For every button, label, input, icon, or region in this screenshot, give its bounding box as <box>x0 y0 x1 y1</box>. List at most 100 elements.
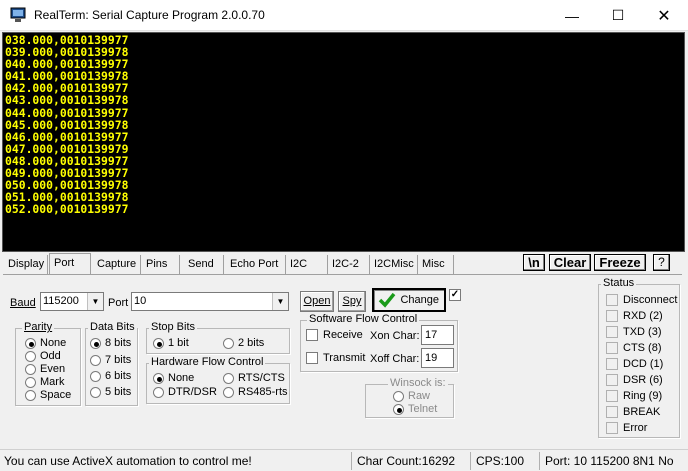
chevron-down-icon[interactable]: ▼ <box>272 293 288 310</box>
stop-bits-title: Stop Bits <box>149 321 198 333</box>
port-select[interactable]: 10 ▼ <box>131 292 289 311</box>
terminal-line: 052.000,0010139977 <box>5 202 129 217</box>
hw-flow-rs485-radio[interactable]: RS485-rts <box>223 386 288 398</box>
status-indicator-icon <box>606 310 618 322</box>
tab-send[interactable]: Send <box>184 255 224 274</box>
winsock-raw-radio[interactable]: Raw <box>393 390 430 402</box>
status-indicator-icon <box>606 342 618 354</box>
status-dcd: DCD (1) <box>606 358 663 370</box>
baud-value: 115200 <box>43 295 79 307</box>
char-count: Char Count:16292 <box>353 452 471 470</box>
tab-i2c-2[interactable]: I2C-2 <box>328 255 370 274</box>
app-icon <box>10 7 26 22</box>
terminal-line: 045.000,0010139978 <box>5 117 129 132</box>
radio-icon <box>90 370 101 382</box>
status-txd: TXD (3) <box>606 326 662 338</box>
status-indicator-icon <box>606 406 618 418</box>
tab-panel-border <box>3 274 682 275</box>
radio-icon <box>223 386 234 398</box>
status-ring: Ring (9) <box>606 390 662 402</box>
clear-button[interactable]: Clear <box>549 254 591 271</box>
title-bar: RealTerm: Serial Capture Program 2.0.0.7… <box>0 0 688 31</box>
baud-select[interactable]: 115200 ▼ <box>40 292 104 311</box>
cps-readout: CPS:100 <box>472 452 540 470</box>
data-bits-7-radio[interactable]: 7 bits <box>90 354 131 366</box>
sw-flow-title: Software Flow Control <box>307 313 420 325</box>
newline-button[interactable]: \n <box>523 254 545 271</box>
status-indicator-icon <box>606 390 618 402</box>
status-indicator-icon <box>606 326 618 338</box>
parity-odd-radio[interactable]: Odd <box>25 350 61 362</box>
xoff-char-input[interactable]: 19 <box>421 348 454 368</box>
open-button[interactable]: Open <box>300 291 334 312</box>
help-button[interactable]: ? <box>653 254 670 271</box>
change-checkbox[interactable]: ✓ <box>449 289 466 301</box>
radio-icon <box>393 403 404 415</box>
status-indicator-icon <box>606 374 618 386</box>
stop-bits-2-radio[interactable]: 2 bits <box>223 337 264 349</box>
status-error: Error <box>606 422 647 434</box>
radio-icon <box>393 390 404 402</box>
radio-icon <box>90 354 101 366</box>
check-icon: ✓ <box>449 289 461 301</box>
radio-icon <box>90 337 101 349</box>
tab-port[interactable]: Port <box>49 253 91 274</box>
status-title: Status <box>601 277 637 289</box>
radio-icon <box>25 337 36 349</box>
winsock-title: Winsock is: <box>388 377 448 389</box>
hw-flow-title: Hardware Flow Control <box>149 356 266 368</box>
data-bits-6-radio[interactable]: 6 bits <box>90 370 131 382</box>
status-cts: CTS (8) <box>606 342 662 354</box>
parity-even-radio[interactable]: Even <box>25 363 65 375</box>
status-bar: You can use ActiveX automation to contro… <box>0 449 688 471</box>
chevron-down-icon[interactable]: ▼ <box>87 293 103 310</box>
tab-pins[interactable]: Pins <box>142 255 180 274</box>
radio-icon <box>153 372 164 384</box>
sw-flow-transmit-checkbox[interactable]: Transmit <box>306 352 365 364</box>
minimize-button[interactable]: — <box>549 0 595 31</box>
data-bits-5-radio[interactable]: 5 bits <box>90 386 131 398</box>
xon-char-input[interactable]: 17 <box>421 325 454 345</box>
radio-icon <box>153 337 164 349</box>
tab-i2cmisc[interactable]: I2CMisc <box>370 255 418 274</box>
change-label: Change <box>400 294 439 306</box>
hw-flow-dtr-dsr-radio[interactable]: DTR/DSR <box>153 386 217 398</box>
change-button[interactable]: Change <box>372 288 446 312</box>
winsock-telnet-radio[interactable]: Telnet <box>393 403 437 415</box>
radio-icon <box>153 386 164 398</box>
terminal-line: 043.000,0010139978 <box>5 93 129 108</box>
radio-icon <box>223 372 234 384</box>
hw-flow-rts-cts-radio[interactable]: RTS/CTS <box>223 372 285 384</box>
radio-icon <box>25 376 36 388</box>
stop-bits-1-radio[interactable]: 1 bit <box>153 337 189 349</box>
terminal-line: 044.000,0010139977 <box>5 105 129 120</box>
status-disconnect[interactable]: Disconnect <box>606 294 677 306</box>
tab-echo-port[interactable]: Echo Port <box>226 255 286 274</box>
tab-misc[interactable]: Misc <box>418 255 454 274</box>
tab-capture[interactable]: Capture <box>93 255 141 274</box>
parity-space-radio[interactable]: Space <box>25 389 71 401</box>
spy-button[interactable]: Spy <box>338 291 366 312</box>
close-button[interactable]: ✕ <box>641 0 687 31</box>
port-label: Port <box>108 297 129 309</box>
xon-label: Xon Char: <box>370 330 420 342</box>
radio-icon <box>90 386 101 398</box>
sw-flow-receive-checkbox[interactable]: Receive <box>306 329 363 341</box>
maximize-button[interactable]: ☐ <box>595 0 641 31</box>
data-bits-8-radio[interactable]: 8 bits <box>90 337 131 349</box>
status-dsr: DSR (6) <box>606 374 663 386</box>
data-bits-title: Data Bits <box>88 321 137 333</box>
window-title: RealTerm: Serial Capture Program 2.0.0.7… <box>34 8 265 22</box>
status-break[interactable]: BREAK <box>606 406 660 418</box>
parity-none-radio[interactable]: None <box>25 337 66 349</box>
tab-i2c[interactable]: I2C <box>286 255 328 274</box>
terminal-display[interactable]: 038.000,0010139977 039.000,0010139978 040.… <box>2 32 685 252</box>
parity-mark-radio[interactable]: Mark <box>25 376 64 388</box>
freeze-button[interactable]: Freeze <box>594 254 646 271</box>
parity-title: Parity <box>22 321 55 333</box>
checkbox-icon <box>306 352 318 364</box>
hw-flow-none-radio[interactable]: None <box>153 372 194 384</box>
tab-display[interactable]: Display <box>4 255 48 274</box>
port-value: 10 <box>134 295 147 307</box>
radio-icon <box>25 389 36 401</box>
